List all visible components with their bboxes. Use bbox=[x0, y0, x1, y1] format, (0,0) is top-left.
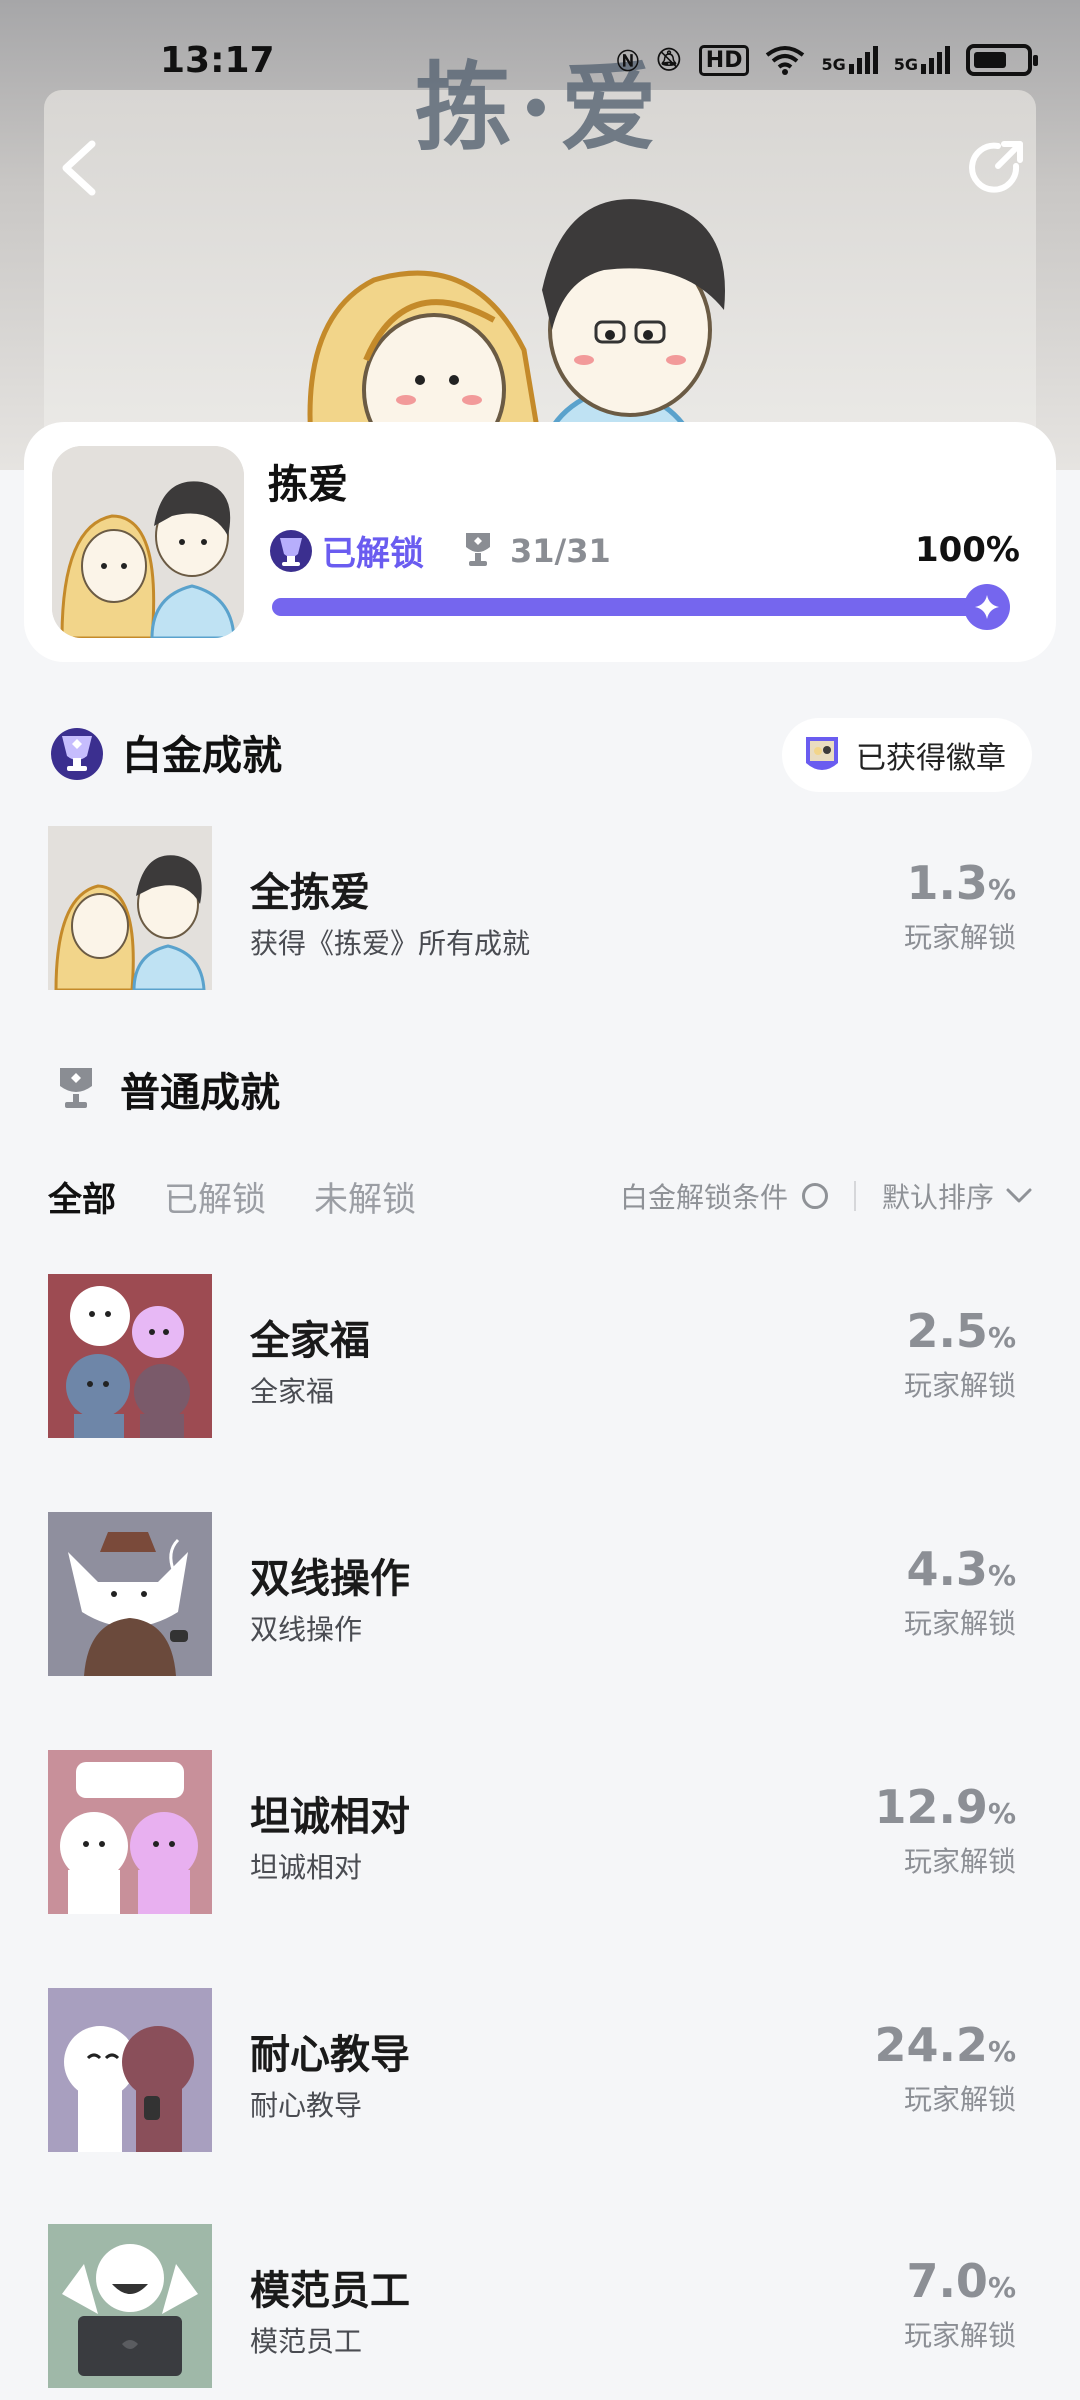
achievement-title: 全家福 bbox=[250, 1318, 370, 1364]
achievement-thumbnail bbox=[48, 1274, 212, 1438]
filter-divider bbox=[853, 1181, 856, 1211]
achievement-unlock-rate: 4.3% 玩家解锁 bbox=[904, 1542, 1016, 1642]
game-summary-card: 拣爱 已解锁 31/31 100% bbox=[24, 422, 1056, 662]
back-arrow-icon[interactable] bbox=[52, 136, 108, 200]
game-cover bbox=[52, 446, 244, 638]
achievement-row[interactable]: 模范员工 模范员工 7.0% 玩家解锁 bbox=[48, 2224, 1032, 2388]
unlock-rate-label: 玩家解锁 bbox=[903, 1369, 1016, 1402]
mute-icon: 🔕︎ bbox=[654, 47, 683, 73]
platinum-condition-radio[interactable] bbox=[801, 1183, 828, 1209]
platinum-achievement-row[interactable]: 全拣爱 获得《拣爱》所有成就 1.3% 玩家解锁 bbox=[48, 826, 1032, 990]
achievement-thumbnail bbox=[48, 1512, 212, 1676]
unlock-rate-value: 1.3 bbox=[906, 856, 988, 910]
achievement-description: 模范员工 bbox=[250, 2325, 363, 2358]
unlock-rate-label: 玩家解锁 bbox=[903, 921, 1016, 954]
completion-percent: 100% bbox=[914, 530, 1020, 570]
normal-section-title: 普通成就 bbox=[120, 1070, 280, 1116]
achievement-title: 耐心教导 bbox=[250, 2032, 410, 2078]
unlock-rate-percent-sign: % bbox=[987, 1559, 1016, 1592]
achievement-unlock-rate: 1.3% 玩家解锁 bbox=[904, 856, 1016, 956]
unlock-rate-value: 12.9 bbox=[874, 1780, 988, 1834]
hd-icon: HD bbox=[698, 44, 750, 76]
status-bar: 13:17 Ⓝ 🔕︎ HD 5G 5G bbox=[0, 0, 1080, 120]
status-time: 13:17 bbox=[160, 39, 275, 81]
game-title: 拣爱 bbox=[268, 462, 348, 508]
status-icons: Ⓝ 🔕︎ HD 5G 5G bbox=[616, 44, 1038, 76]
platinum-section-header: 白金成就 bbox=[48, 722, 282, 782]
unlock-rate-label: 玩家解锁 bbox=[903, 2319, 1016, 2352]
progress-sparkle-icon bbox=[964, 584, 1010, 630]
earned-badge-label: 已获得徽章 bbox=[856, 741, 1006, 776]
unlock-rate-value: 2.5 bbox=[906, 1304, 988, 1358]
achievement-unlock-rate: 2.5% 玩家解锁 bbox=[904, 1304, 1016, 1404]
achievement-row[interactable]: 双线操作 双线操作 4.3% 玩家解锁 bbox=[48, 1512, 1032, 1676]
earned-badge-button[interactable]: 已获得徽章 bbox=[782, 718, 1032, 792]
unlock-rate-label: 玩家解锁 bbox=[903, 1607, 1016, 1640]
progress-fill bbox=[272, 598, 1004, 616]
achievement-title: 双线操作 bbox=[250, 1556, 410, 1602]
filter-bar: 白金解锁条件 默认排序 bbox=[620, 1176, 1032, 1216]
achievement-title: 坦诚相对 bbox=[250, 1794, 410, 1840]
unlock-rate-percent-sign: % bbox=[987, 873, 1016, 906]
achievement-unlock-rate: 24.2% 玩家解锁 bbox=[874, 2018, 1016, 2118]
unlock-status-label: 已解锁 bbox=[322, 534, 424, 574]
nfc-icon: Ⓝ bbox=[616, 50, 639, 75]
completion-progress-bar bbox=[272, 584, 1010, 630]
unlock-rate-percent-sign: % bbox=[987, 1797, 1016, 1830]
trophy-count: 31/31 bbox=[510, 531, 611, 570]
achievement-description: 双线操作 bbox=[250, 1613, 363, 1646]
unlock-status-row: 已解锁 31/31 bbox=[268, 526, 611, 575]
unlock-rate-value: 24.2 bbox=[874, 2018, 988, 2072]
platinum-section-title: 白金成就 bbox=[122, 733, 282, 779]
achievement-description: 获得《拣爱》所有成就 bbox=[250, 927, 531, 960]
achievement-row[interactable]: 全家福 全家福 2.5% 玩家解锁 bbox=[48, 1274, 1032, 1438]
platinum-condition-filter-label[interactable]: 白金解锁条件 bbox=[620, 1176, 788, 1216]
tab-locked[interactable]: 未解锁 bbox=[314, 1172, 416, 1221]
achievement-description: 耐心教导 bbox=[250, 2089, 363, 2122]
tab-all[interactable]: 全部 bbox=[48, 1172, 116, 1221]
unlock-rate-percent-sign: % bbox=[987, 2271, 1016, 2304]
achievement-thumbnail bbox=[48, 1988, 212, 2152]
achievement-thumbnail bbox=[48, 826, 212, 990]
share-icon[interactable] bbox=[964, 136, 1028, 200]
achievement-row[interactable]: 耐心教导 耐心教导 24.2% 玩家解锁 bbox=[48, 1988, 1032, 2152]
unlock-rate-label: 玩家解锁 bbox=[903, 1845, 1016, 1878]
achievement-tabs: 全部 已解锁 未解锁 bbox=[48, 1172, 416, 1221]
battery-icon bbox=[966, 44, 1038, 76]
achievement-row[interactable]: 坦诚相对 坦诚相对 12.9% 玩家解锁 bbox=[48, 1750, 1032, 1914]
wifi-icon bbox=[766, 46, 805, 75]
tab-unlocked[interactable]: 已解锁 bbox=[164, 1172, 266, 1221]
unlock-rate-value: 4.3 bbox=[906, 1542, 988, 1596]
hero-banner: 拣·爱 13:17 Ⓝ 🔕︎ HD 5G 5G bbox=[0, 0, 1080, 470]
achievement-thumbnail bbox=[48, 1750, 212, 1914]
5g-signal-icon: 5G bbox=[821, 46, 878, 74]
trophy-icon bbox=[466, 532, 490, 566]
platinum-trophy-icon bbox=[51, 728, 103, 780]
achievement-description: 坦诚相对 bbox=[250, 1851, 363, 1884]
platinum-trophy-icon bbox=[270, 529, 312, 572]
unlock-rate-label: 玩家解锁 bbox=[903, 2083, 1016, 2116]
achievement-title: 模范员工 bbox=[250, 2268, 410, 2314]
badge-icon bbox=[806, 737, 838, 770]
sort-dropdown-label[interactable]: 默认排序 bbox=[882, 1176, 994, 1216]
unlock-rate-percent-sign: % bbox=[987, 1321, 1016, 1354]
achievement-unlock-rate: 7.0% 玩家解锁 bbox=[904, 2254, 1016, 2354]
achievement-title: 全拣爱 bbox=[250, 870, 370, 916]
achievement-description: 全家福 bbox=[250, 1375, 335, 1408]
unlock-rate-value: 7.0 bbox=[906, 2254, 988, 2308]
achievement-unlock-rate: 12.9% 玩家解锁 bbox=[874, 1780, 1016, 1880]
unlock-rate-percent-sign: % bbox=[987, 2035, 1016, 2068]
5g-signal-icon: 5G bbox=[894, 46, 950, 74]
normal-section-header: 普通成就 bbox=[56, 1060, 280, 1118]
achievement-thumbnail bbox=[48, 2224, 212, 2388]
chevron-down-icon[interactable] bbox=[1006, 1188, 1032, 1204]
trophy-icon bbox=[60, 1068, 92, 1108]
